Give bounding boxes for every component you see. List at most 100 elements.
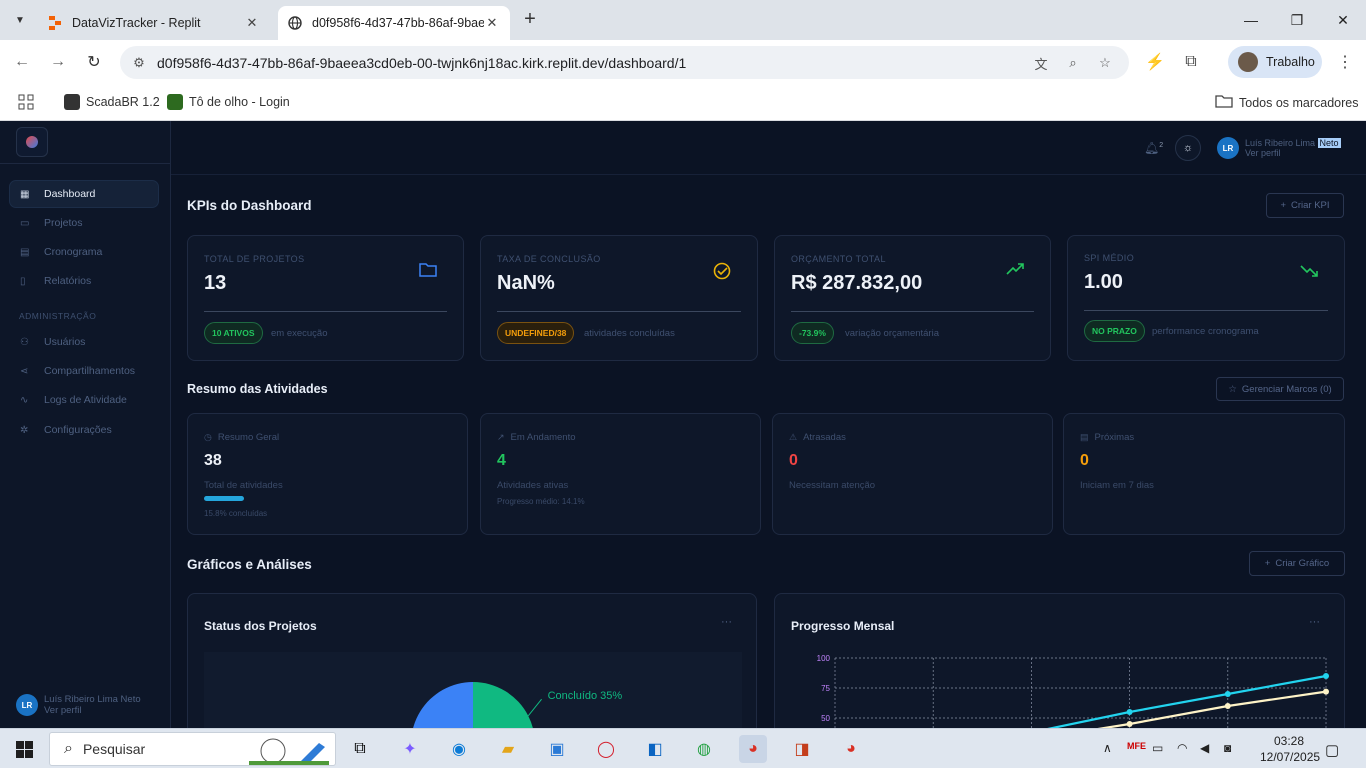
apps-grid-icon[interactable] [18, 94, 34, 110]
zoom-icon[interactable]: ⌕ [1062, 52, 1084, 74]
data-point[interactable] [1323, 688, 1329, 695]
plus-icon: + [1280, 200, 1286, 211]
translate-icon[interactable]: 文 [1030, 52, 1052, 74]
user-profile-link[interactable]: Ver perfil [44, 705, 82, 716]
theme-toggle-button[interactable]: ☼ [1175, 135, 1201, 161]
notification-bell-icon[interactable]: 🔔︎2 [1144, 141, 1163, 155]
store-icon[interactable]: ▣ [543, 735, 571, 763]
tab-search-button[interactable]: ▼ [8, 8, 32, 32]
copilot-icon[interactable]: ✦ [396, 735, 424, 763]
tab-close-icon[interactable]: ✕ [484, 15, 500, 31]
all-bookmarks-label: Todos os marcadores [1239, 95, 1359, 110]
tray-chevron-icon[interactable]: ∧ [1103, 741, 1112, 755]
volume-icon[interactable]: ◀︎ [1200, 741, 1209, 755]
user-name: Luís Ribeiro Lima Neto [44, 694, 141, 705]
tab-replit[interactable]: DataVizTracker - Replit ✕ [38, 6, 270, 40]
chrome-icon[interactable]: ◕ [739, 735, 767, 763]
taskbar-clock[interactable]: 03:28 12/07/2025 [1260, 733, 1320, 765]
manage-milestones-button[interactable]: ☆ Gerenciar Marcos (0) [1216, 377, 1344, 401]
profile-label: Trabalho [1266, 55, 1315, 69]
calendar-icon: ▤ [20, 246, 30, 258]
windows-start-icon[interactable] [16, 741, 33, 758]
create-kpi-button[interactable]: + Criar KPI [1266, 193, 1344, 218]
task-view-icon[interactable]: ⧉ [346, 735, 374, 763]
menu-dots-icon[interactable]: ⋮ [1333, 50, 1357, 74]
sidebar-item-usuarios[interactable]: ⚇ Usuários [10, 329, 158, 355]
outlook-icon[interactable]: ◧ [641, 735, 669, 763]
wifi-icon[interactable]: ◠ [1177, 741, 1187, 755]
extensions-puzzle-icon[interactable]: ⧉ [1179, 50, 1203, 74]
url-text: d0f958f6-4d37-47bb-86af-9baeea3cd0eb-00-… [157, 55, 687, 71]
camera-icon[interactable]: ◙ [1224, 741, 1231, 755]
back-button[interactable]: ← [10, 50, 34, 74]
site-info-icon[interactable]: ⚙ [128, 52, 150, 74]
topbar-user-name: Luís Ribeiro Lima Neto Ver perfil [1245, 138, 1341, 158]
windows-taskbar: ⌕ Pesquisar ⧉ ✦ ◉ ▰ ▣ ◯ ◧ ◍ ◕ ◨ ◕ ∧ MFE … [0, 728, 1366, 768]
activity-card-upcoming: ▤ Próximas 0 Iniciam em 7 dias [1063, 413, 1345, 535]
search-icon: ⌕ [64, 740, 73, 757]
sidebar-item-label: Relatórios [44, 275, 92, 287]
data-point[interactable] [1323, 673, 1329, 679]
data-point[interactable] [1126, 721, 1133, 727]
check-circle-icon [713, 262, 731, 285]
activity-label-text: Atrasadas [803, 432, 846, 443]
to-de-olho-favicon-icon [167, 94, 183, 110]
sidebar-item-label: Compartilhamentos [44, 365, 136, 377]
new-tab-button[interactable]: + [520, 9, 540, 30]
data-point[interactable] [1126, 709, 1133, 715]
minimize-button[interactable]: — [1228, 0, 1274, 40]
tab-close-icon[interactable]: ✕ [244, 15, 260, 31]
create-chart-button[interactable]: + Criar Gráfico [1249, 551, 1345, 576]
sidebar-item-logs[interactable]: ∿ Logs de Atividade [10, 387, 158, 413]
warning-icon: ⚠ [789, 432, 798, 442]
bookmark-scadabr[interactable]: ScadaBR 1.2 [64, 94, 160, 110]
sidebar-item-compartilhamentos[interactable]: ⋖ Compartilhamentos [10, 358, 158, 384]
tab-title: d0f958f6-4d37-47bb-86af-9bae [312, 16, 484, 30]
clock-time: 03:28 [1273, 734, 1305, 748]
activity-value: 0 [789, 452, 798, 469]
activity-card-in-progress: ↗ Em Andamento 4 Atividades ativas Progre… [480, 413, 761, 535]
share-icon: ⋖ [20, 365, 29, 377]
restore-button[interactable]: ❐ [1274, 0, 1320, 40]
bookmark-star-icon[interactable]: ☆ [1094, 52, 1116, 74]
sidebar-item-configuracoes[interactable]: ✲ Configurações [10, 417, 158, 443]
extension-icon[interactable]: ⚡ [1143, 50, 1167, 74]
taskbar-search[interactable]: ⌕ Pesquisar [49, 732, 336, 766]
all-bookmarks[interactable]: Todos os marcadores [1215, 94, 1359, 111]
tab-dashboard[interactable]: d0f958f6-4d37-47bb-86af-9bae ✕ [278, 6, 510, 40]
sidebar-item-relatorios[interactable]: ▯ Relatórios [10, 268, 158, 294]
activity-label: ↗ Em Andamento [497, 432, 576, 443]
mcafee-icon[interactable]: MFE [1127, 741, 1146, 751]
data-point[interactable] [1224, 691, 1231, 697]
file-explorer-icon[interactable]: ▰ [494, 735, 522, 763]
edge-icon[interactable]: ◉ [445, 735, 473, 763]
whatsapp-icon[interactable]: ◍ [690, 735, 718, 763]
battery-icon[interactable]: ▭ [1152, 741, 1163, 755]
scadabr-favicon-icon [64, 94, 80, 110]
opera-icon[interactable]: ◯ [592, 735, 620, 763]
more-options-icon[interactable]: ··· [721, 616, 732, 628]
sidebar-item-cronograma[interactable]: ▤ Cronograma [10, 239, 158, 265]
bookmark-to-de-olho[interactable]: Tô de olho - Login [167, 94, 290, 110]
profile-button[interactable]: Trabalho [1228, 46, 1322, 78]
powerpoint-icon[interactable]: ◨ [788, 735, 816, 763]
taskbar-search-label: Pesquisar [82, 741, 146, 757]
app-logo[interactable] [16, 127, 48, 157]
app-topbar: 🔔︎2 ☼ LR Luís Ribeiro Lima Neto Ver perf… [171, 121, 1366, 175]
more-options-icon[interactable]: ··· [1309, 616, 1320, 628]
chrome-profile-icon[interactable]: ◕ [837, 735, 865, 763]
manage-milestones-label: Gerenciar Marcos (0) [1241, 383, 1332, 395]
reload-button[interactable]: ↻ [82, 50, 106, 74]
sidebar-item-label: Usuários [44, 336, 86, 348]
close-window-button[interactable]: ✕ [1320, 0, 1366, 40]
notifications-center-icon[interactable]: ▢ [1325, 741, 1339, 759]
app-sidebar: ▦ Dashboard ▭ Projetos ▤ Cronograma ▯ Re… [0, 121, 171, 728]
address-bar[interactable]: ⚙ d0f958f6-4d37-47bb-86af-9baeea3cd0eb-0… [120, 46, 1129, 79]
forward-button[interactable]: → [46, 50, 70, 74]
topbar-user[interactable]: LR Luís Ribeiro Lima Neto Ver perfil [1217, 137, 1341, 159]
sidebar-item-projetos[interactable]: ▭ Projetos [10, 210, 158, 236]
sidebar-user[interactable]: LR Luís Ribeiro Lima Neto Ver perfil [16, 694, 141, 716]
data-point[interactable] [1224, 703, 1231, 709]
sidebar-item-dashboard[interactable]: ▦ Dashboard [10, 181, 158, 207]
user-profile-link[interactable]: Ver perfil [1245, 148, 1281, 158]
